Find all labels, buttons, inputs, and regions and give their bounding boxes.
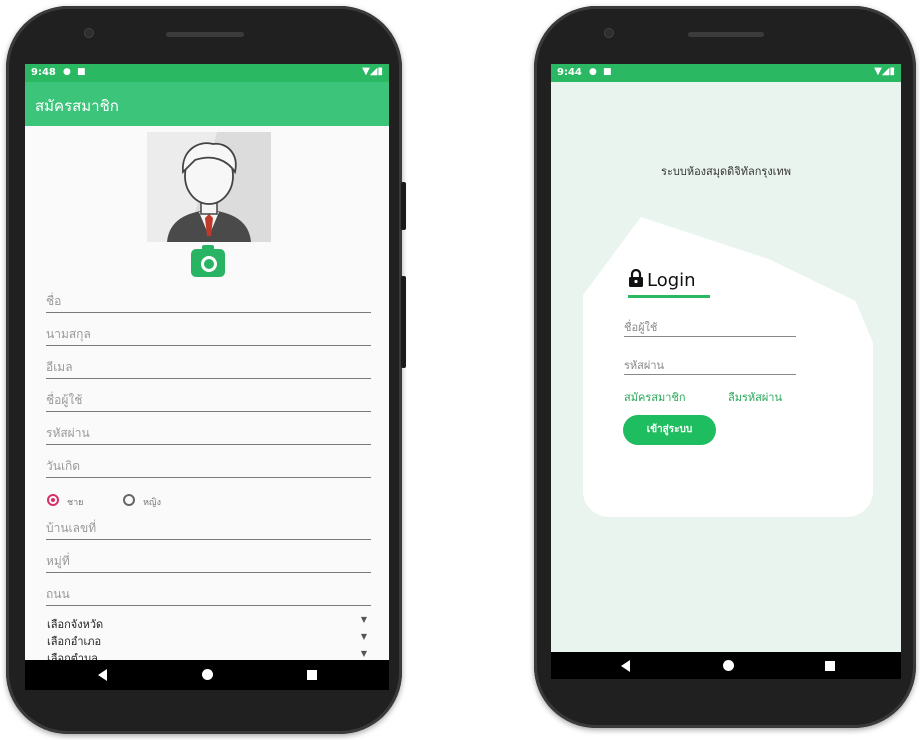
last-name-input[interactable] bbox=[46, 324, 371, 344]
first-name-field[interactable] bbox=[46, 290, 371, 313]
power-button bbox=[401, 182, 406, 230]
login-heading-underline bbox=[628, 295, 710, 298]
login-button[interactable]: เข้าสู่ระบบ bbox=[623, 415, 716, 445]
phone-frame-login: 9:44 ● ■ ▼◢▮ ระบบห้องสมุดดิจิทัลกรุงเทพ … bbox=[534, 6, 916, 728]
home-icon[interactable] bbox=[723, 660, 734, 671]
village-number-field[interactable] bbox=[46, 550, 371, 573]
navigation-bar bbox=[551, 652, 901, 679]
password-input[interactable] bbox=[46, 423, 371, 443]
notification-icon: ● bbox=[589, 67, 597, 77]
house-number-field[interactable] bbox=[46, 517, 371, 540]
page-title: สมัครสมาชิก bbox=[35, 97, 119, 115]
navigation-bar bbox=[25, 660, 389, 690]
sim-icon: ■ bbox=[77, 67, 86, 77]
camera-icon[interactable] bbox=[191, 245, 225, 277]
last-name-field[interactable] bbox=[46, 323, 371, 346]
female-radio[interactable] bbox=[123, 494, 135, 506]
sim-icon: ■ bbox=[603, 67, 612, 77]
forgot-password-link[interactable]: ลืมรหัสผ่าน bbox=[728, 388, 782, 406]
phone-frame-register: 9:48 ● ■ ▼◢▮ สมัครสมาชิก ชื่อ นามสกุล อี… bbox=[6, 6, 406, 734]
road-field[interactable] bbox=[46, 583, 371, 606]
signal-battery-icon: ▼◢▮ bbox=[362, 66, 383, 77]
chevron-down-icon: ▼ bbox=[360, 632, 367, 641]
male-label: ชาย bbox=[67, 498, 84, 508]
login-screen: 9:44 ● ■ ▼◢▮ ระบบห้องสมุดดิจิทัลกรุงเทพ … bbox=[551, 64, 901, 679]
male-radio[interactable] bbox=[47, 494, 59, 506]
signal-battery-icon: ▼◢▮ bbox=[874, 66, 895, 77]
first-name-input[interactable] bbox=[46, 291, 371, 311]
province-dropdown-label: เลือกจังหวัด bbox=[47, 618, 104, 631]
status-bar: 9:48 ● ■ ▼◢▮ bbox=[25, 64, 389, 82]
email-field[interactable] bbox=[46, 356, 371, 379]
recents-icon[interactable] bbox=[307, 670, 317, 680]
back-icon[interactable] bbox=[621, 660, 630, 672]
earpiece-speaker bbox=[688, 32, 764, 37]
earpiece-speaker bbox=[166, 32, 244, 37]
female-label: หญิง bbox=[143, 498, 161, 508]
username-field[interactable] bbox=[624, 316, 796, 337]
district-dropdown-label: เลือกอำเภอ bbox=[47, 635, 102, 648]
status-time: 9:48 bbox=[31, 67, 56, 78]
notification-icon: ● bbox=[63, 67, 71, 77]
road-input[interactable] bbox=[46, 584, 371, 604]
district-dropdown[interactable]: เลือกอำเภอ ▼ bbox=[47, 632, 367, 648]
register-screen: 9:48 ● ■ ▼◢▮ สมัครสมาชิก ชื่อ นามสกุล อี… bbox=[25, 64, 389, 690]
house-number-input[interactable] bbox=[46, 518, 371, 538]
front-camera bbox=[604, 28, 614, 38]
email-input[interactable] bbox=[46, 357, 371, 377]
password-field[interactable] bbox=[46, 422, 371, 445]
recents-icon[interactable] bbox=[825, 661, 835, 671]
library-title: ระบบห้องสมุดดิจิทัลกรุงเทพ bbox=[661, 165, 791, 178]
register-link[interactable]: สมัครสมาชิก bbox=[624, 388, 686, 406]
volume-button bbox=[401, 276, 406, 368]
chevron-down-icon: ▼ bbox=[360, 615, 367, 624]
status-bar: 9:44 ● ■ ▼◢▮ bbox=[551, 64, 901, 82]
username-field[interactable] bbox=[46, 389, 371, 412]
village-number-input[interactable] bbox=[46, 551, 371, 571]
person-avatar-icon[interactable] bbox=[147, 132, 271, 242]
lock-icon bbox=[629, 269, 643, 287]
birthdate-input[interactable] bbox=[46, 456, 371, 476]
app-bar: สมัครสมาชิก bbox=[25, 82, 389, 126]
username-input[interactable] bbox=[624, 318, 796, 337]
birthdate-field[interactable] bbox=[46, 455, 371, 478]
home-icon[interactable] bbox=[202, 669, 213, 680]
password-input[interactable] bbox=[624, 356, 796, 375]
chevron-down-icon: ▼ bbox=[360, 649, 367, 658]
province-dropdown[interactable]: เลือกจังหวัด ▼ bbox=[47, 615, 367, 631]
login-heading: Login bbox=[647, 270, 696, 291]
back-icon[interactable] bbox=[98, 669, 107, 681]
front-camera bbox=[84, 28, 94, 38]
username-input[interactable] bbox=[46, 390, 371, 410]
password-field[interactable] bbox=[624, 354, 796, 375]
status-time: 9:44 bbox=[557, 67, 582, 78]
